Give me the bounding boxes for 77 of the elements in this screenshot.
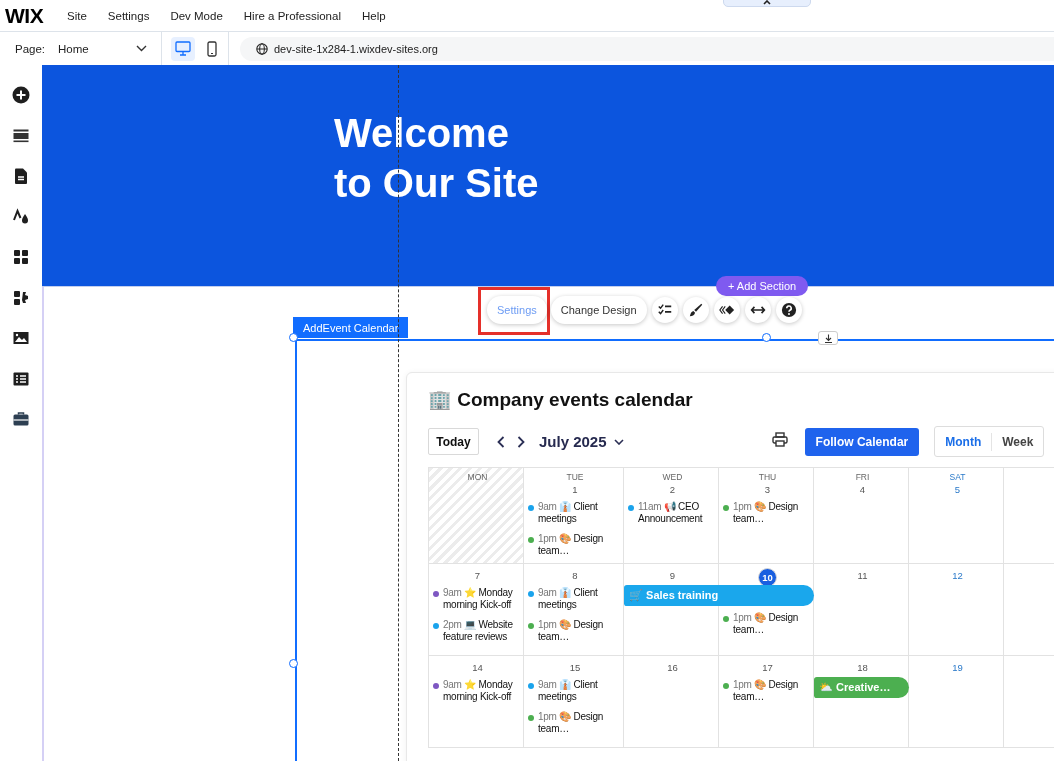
- collapse-handle[interactable]: [723, 0, 811, 7]
- menu-item[interactable]: Help: [361, 9, 386, 22]
- desktop-icon: [175, 41, 191, 56]
- resize-handle[interactable]: [289, 659, 298, 668]
- logo[interactable]: WIX: [5, 3, 67, 28]
- day-number: 1: [572, 483, 578, 497]
- add-icon[interactable]: [12, 86, 30, 104]
- menu-item[interactable]: Settings: [107, 9, 150, 22]
- day-number: 5: [954, 483, 961, 497]
- device-button[interactable]: [171, 36, 195, 61]
- mobile-icon: [207, 40, 217, 57]
- download-icon: [823, 333, 833, 343]
- document-icon[interactable]: [12, 167, 30, 185]
- event-label[interactable]: 9am ⭐ Monday morning Kick-off: [443, 679, 522, 703]
- day-number: 18: [857, 661, 868, 675]
- next-icon[interactable]: [517, 435, 525, 448]
- day-number: 2: [669, 483, 676, 497]
- weekday-label: SAT: [949, 472, 966, 482]
- event-label[interactable]: 9am 👔 Client meetings: [538, 679, 622, 703]
- previous-icon[interactable]: [497, 435, 505, 448]
- month-picker[interactable]: July 2025: [539, 433, 607, 450]
- view-tab[interactable]: Month: [945, 432, 992, 451]
- day-number: 15: [569, 661, 581, 675]
- caret-icon: [763, 0, 771, 5]
- image-icon[interactable]: [12, 329, 30, 347]
- url-bar[interactable]: dev-site-1x284-1.wixdev-sites.org: [240, 36, 1054, 61]
- weekday-label: WED: [662, 472, 683, 482]
- weekday-label: TUE: [566, 472, 584, 482]
- day-number: 11: [857, 569, 868, 583]
- day-number: 3: [764, 483, 771, 497]
- widget-label: AddEvent Calendar: [293, 317, 409, 338]
- today-button[interactable]: Today: [428, 428, 479, 455]
- add-section-button[interactable]: + Add Section: [716, 276, 809, 296]
- briefcase-icon[interactable]: [12, 410, 30, 428]
- menu-item[interactable]: Dev Mode: [170, 9, 223, 22]
- grid-icon[interactable]: [12, 248, 30, 266]
- weekday-label: THU: [758, 472, 777, 482]
- brush-icon[interactable]: [687, 302, 704, 318]
- event-label[interactable]: 1pm 🎨 Design team…: [538, 533, 622, 557]
- day-number: 9: [669, 569, 676, 583]
- menu-item[interactable]: Hire a Professional: [243, 9, 341, 22]
- event-label[interactable]: 9am ⭐ Monday morning Kick-off: [443, 587, 522, 611]
- event-label[interactable]: 9am 👔 Client meetings: [538, 501, 622, 525]
- day-number: 8: [572, 569, 578, 583]
- day-number: 7: [474, 569, 481, 583]
- resize-handle[interactable]: [762, 333, 771, 342]
- day-number: 17: [762, 661, 773, 675]
- day-number: 14: [472, 661, 483, 675]
- follow-calendar-button[interactable]: Follow Calendar: [804, 427, 920, 456]
- print-icon[interactable]: [771, 432, 788, 447]
- chevron-icon: [136, 45, 147, 52]
- event-label[interactable]: 1pm 🎨 Design team…: [733, 612, 812, 636]
- resize-handle[interactable]: [289, 333, 298, 342]
- puzzle-icon[interactable]: [12, 288, 30, 307]
- event-label[interactable]: 9am 👔 Client meetings: [538, 587, 622, 611]
- help-icon[interactable]: [780, 302, 797, 318]
- event-label[interactable]: 1pm 🎨 Design team…: [733, 679, 812, 703]
- event-label[interactable]: 1pm 🎨 Design team…: [538, 619, 622, 643]
- view-tab[interactable]: Week: [991, 432, 1044, 451]
- weekday-label: MON: [467, 472, 488, 482]
- weekday-label: FRI: [855, 472, 870, 482]
- calendar-title: 🏢 Company events calendar: [428, 388, 694, 412]
- chevron-icon[interactable]: [613, 438, 624, 445]
- download-button[interactable]: [818, 331, 838, 345]
- menu-item[interactable]: Site: [67, 9, 87, 22]
- event-label[interactable]: 2pm 💻 Website feature reviews: [443, 619, 522, 643]
- day-number: 4: [859, 483, 866, 497]
- event-label[interactable]: 11am 📢 CEO Announcement: [638, 501, 717, 525]
- event-label[interactable]: 1pm 🎨 Design team…: [538, 711, 622, 735]
- day-number: 16: [667, 661, 678, 675]
- hero-title: Welcome to Our Site: [334, 110, 539, 207]
- event-label[interactable]: 1pm 🎨 Design team…: [733, 501, 812, 525]
- day-number: 19: [952, 661, 963, 675]
- globe-icon: [256, 42, 268, 55]
- toolbar-button[interactable]: Change Design: [550, 296, 647, 324]
- day-number: 12: [952, 569, 963, 583]
- theme-icon[interactable]: [12, 207, 30, 226]
